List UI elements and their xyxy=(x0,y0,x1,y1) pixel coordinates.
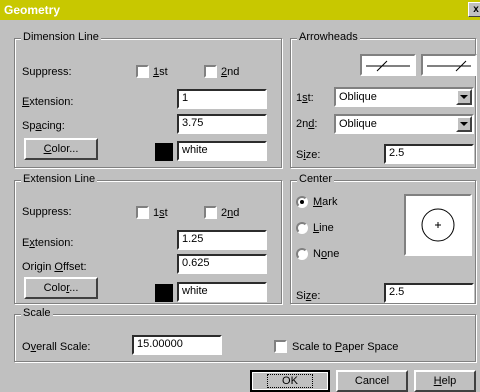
center-size-input[interactable]: 2.5 xyxy=(384,283,474,303)
window-title: Geometry xyxy=(4,3,61,17)
overall-scale-input[interactable]: 15.00000 xyxy=(132,335,222,355)
center-none-radio[interactable] xyxy=(296,248,308,260)
dimension-suppress-1st-checkbox[interactable] xyxy=(136,65,149,78)
dimension-color-field[interactable]: white xyxy=(177,141,267,161)
arrowhead-size-input[interactable]: 2.5 xyxy=(384,144,474,164)
dimension-color-button[interactable]: Color... xyxy=(24,138,98,160)
center-mark-radio[interactable] xyxy=(296,196,308,208)
dimension-color-swatch xyxy=(155,143,173,161)
center-none-label[interactable]: None xyxy=(313,248,339,260)
ok-label: OK xyxy=(267,374,313,388)
arrowhead-1st-value: Oblique xyxy=(339,91,377,103)
title-bar: Geometry x xyxy=(0,0,480,20)
center-line-radio[interactable] xyxy=(296,222,308,234)
arrowhead-1st-label: 1st: xyxy=(296,92,314,104)
arrowheads-title: Arrowheads xyxy=(297,31,360,43)
extension-color-button[interactable]: Color... xyxy=(24,277,98,299)
second-arrowhead-preview[interactable] xyxy=(421,54,477,76)
dimension-extension-input[interactable]: 1 xyxy=(177,89,267,109)
extension-suppress-1st-label[interactable]: 1st xyxy=(153,207,168,219)
help-button[interactable]: Help xyxy=(414,370,476,392)
origin-offset-input[interactable]: 0.625 xyxy=(177,254,267,274)
close-button[interactable]: x xyxy=(468,2,480,17)
center-line-label[interactable]: Line xyxy=(313,222,334,234)
extension-color-swatch xyxy=(155,284,173,302)
cancel-label: Cancel xyxy=(354,375,390,387)
scale-to-paper-space-label[interactable]: Scale to Paper Space xyxy=(292,341,398,353)
geometry-dialog: Geometry x Dimension Line Suppress: 1st … xyxy=(0,0,480,392)
extension-suppress-2nd-checkbox[interactable] xyxy=(204,206,217,219)
dimension-suppress-2nd-checkbox[interactable] xyxy=(204,65,217,78)
dimension-spacing-label: Spacing: xyxy=(22,120,65,132)
arrowhead-2nd-select[interactable]: Oblique xyxy=(334,114,474,134)
center-size-label: Size: xyxy=(296,290,321,302)
extension-color-field[interactable]: white xyxy=(177,282,267,302)
chevron-down-icon[interactable] xyxy=(456,116,472,132)
arrowhead-2nd-value: Oblique xyxy=(339,118,377,130)
arrowhead-size-label: Size: xyxy=(296,149,321,161)
chevron-down-icon[interactable] xyxy=(456,89,472,105)
close-icon: x xyxy=(473,4,479,15)
extension-suppress-1st-checkbox[interactable] xyxy=(136,206,149,219)
dimension-suppress-label: Suppress: xyxy=(22,66,72,78)
extension-suppress-label: Suppress: xyxy=(22,206,72,218)
first-arrowhead-preview[interactable] xyxy=(360,54,416,76)
arrowhead-1st-select[interactable]: Oblique xyxy=(334,87,474,107)
overall-scale-label: Overall Scale: xyxy=(22,341,91,353)
dimension-line-title: Dimension Line xyxy=(21,31,101,43)
extension-line-title: Extension Line xyxy=(21,173,98,185)
dimension-extension-label: Extension: xyxy=(22,96,74,108)
scale-title: Scale xyxy=(21,307,53,319)
extension-extension-label: Extension: xyxy=(22,237,74,249)
oblique-arrow-icon xyxy=(427,60,471,72)
dimension-suppress-2nd-label[interactable]: 2nd xyxy=(221,66,239,78)
dimension-suppress-1st-label[interactable]: 1st xyxy=(153,66,168,78)
origin-offset-label: Origin Offset: xyxy=(22,261,87,273)
center-mark-label[interactable]: Mark xyxy=(313,196,337,208)
cancel-button[interactable]: Cancel xyxy=(336,370,408,392)
scale-to-paper-space-checkbox[interactable] xyxy=(274,340,287,353)
center-mark-icon xyxy=(421,208,455,242)
oblique-arrow-icon xyxy=(366,60,410,72)
ok-button[interactable]: OK xyxy=(250,370,330,392)
center-mark-preview xyxy=(404,194,472,256)
dimension-spacing-input[interactable]: 3.75 xyxy=(177,114,267,134)
arrowhead-2nd-label: 2nd: xyxy=(296,118,318,130)
scale-group: Scale xyxy=(14,307,476,362)
extension-extension-input[interactable]: 1.25 xyxy=(177,230,267,250)
center-title: Center xyxy=(297,173,335,185)
extension-suppress-2nd-label[interactable]: 2nd xyxy=(221,207,239,219)
